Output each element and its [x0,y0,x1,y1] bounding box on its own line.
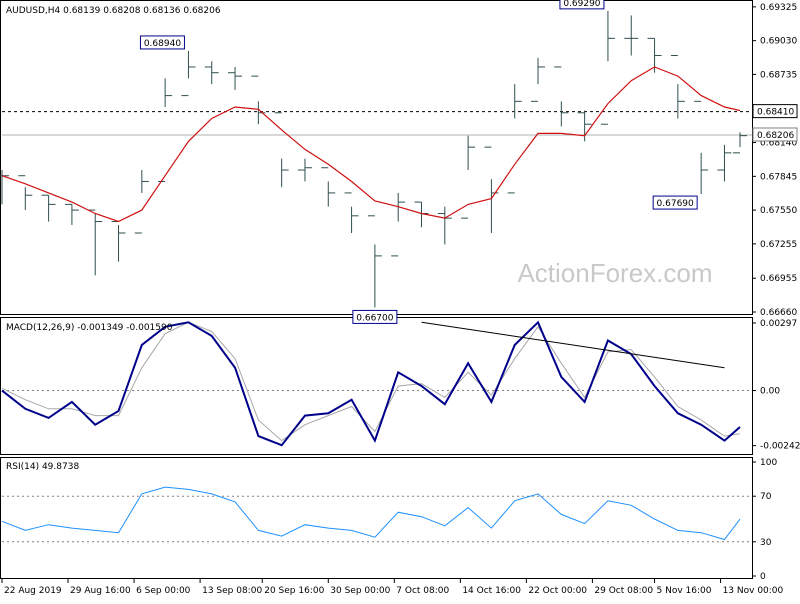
rsi-tick-label: 70 [760,492,772,502]
macd-layer: 0.00297 0.00 -0.00242 [1,319,800,452]
chart-root: ActionForex.com 0.69325 0.69030 0.68735 0.6… [0,0,800,600]
watermark: ActionForex.com [517,258,712,288]
x-tick-label: 13 Sep 08:00 [202,586,262,596]
rsi-tick-label: 30 [760,538,772,548]
x-tick-label: 14 Oct 16:00 [462,586,521,596]
rsi-tick-label: 100 [760,458,777,468]
x-tick-label: 7 Oct 08:00 [396,586,449,596]
macd-signal-line [1,321,741,442]
price-level-label: 0.68206 [757,131,794,141]
rsi-tick-label: 0 [760,572,766,582]
x-tick-label: 30 Sep 00:00 [330,586,390,596]
price-annotation-label: 0.66700 [356,313,393,323]
x-tick-label: 13 Nov 00:00 [723,586,784,596]
x-tick-label: 29 Oct 08:00 [594,586,653,596]
price-level-label: 0.68410 [757,108,794,118]
price-tick-label: 0.69325 [760,3,797,13]
price-tick-label: 0.68735 [760,70,797,80]
x-tick-label: 5 Nov 16:00 [657,586,712,596]
x-tick-label: 22 Oct 00:00 [528,586,587,596]
rsi-layer: 100 70 30 0 [1,458,777,582]
rsi-panel-frame [0,457,753,579]
macd-trendline [421,321,725,369]
price-header: AUDUSD,H4 0.68139 0.68208 0.68136 0.6820… [6,6,221,16]
audusd-chart: ActionForex.com 0.69325 0.69030 0.68735 0.6… [0,0,800,596]
x-tick-label: 22 Aug 2019 [4,586,62,596]
price-tick-label: 0.67550 [760,206,797,216]
axis-layer: 22 Aug 2019 29 Aug 16:00 6 Sep 00:00 13 Sep… [1,579,784,596]
macd-title: MACD(12,26,9) -0.001349 -0.001590 [6,323,173,333]
macd-tick-label: -0.00242 [760,442,800,452]
rsi-line [1,486,741,541]
macd-tick-label: 0.00297 [760,319,797,329]
moving-average-line [1,66,741,223]
price-tick-label: 0.66955 [760,274,797,284]
x-tick-label: 20 Sep 16:00 [264,586,324,596]
rsi-title: RSI(14) 49.8738 [6,462,79,472]
x-tick-label: 29 Aug 16:00 [70,586,131,596]
macd-tick-label: 0.00 [760,387,780,397]
price-tick-label: 0.69030 [760,37,797,47]
price-tick-label: 0.67255 [760,240,797,250]
price-annotation-label: 0.67690 [657,199,694,209]
price-tick-label: 0.67845 [760,172,797,182]
x-tick-label: 6 Sep 00:00 [136,586,191,596]
price-tick-label: 0.66660 [760,308,797,318]
price-annotation-label: 0.69290 [563,0,600,9]
price-annotation-label: 0.68940 [144,39,181,49]
